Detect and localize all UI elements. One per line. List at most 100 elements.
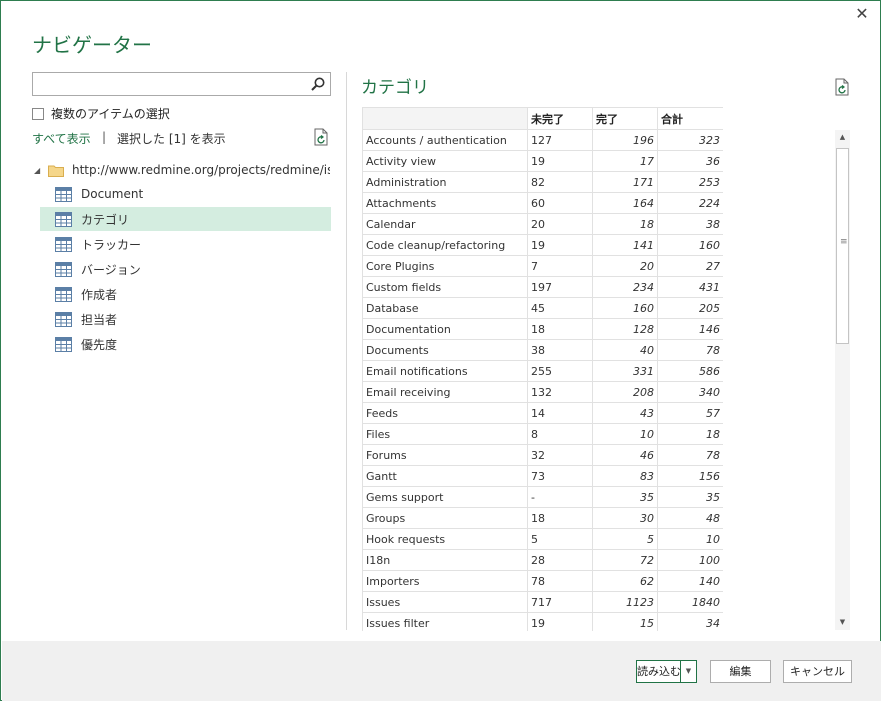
table-row: Activity view 19 17 36: [362, 150, 723, 172]
table-cell: 78: [657, 444, 723, 466]
edit-button[interactable]: 編集: [710, 660, 771, 683]
tree-item[interactable]: 優先度: [40, 332, 331, 356]
table-cell: Hook requests: [362, 528, 528, 550]
close-icon[interactable]: ✕: [854, 6, 870, 22]
table-icon: [55, 261, 72, 277]
table-cell: 234: [592, 276, 658, 298]
table-cell: 73: [527, 465, 593, 487]
table-cell: Attachments: [362, 192, 528, 214]
tree-item[interactable]: カテゴリ: [40, 207, 331, 231]
table-icon: [55, 186, 72, 202]
table-cell: 46: [592, 444, 658, 466]
table-cell: 62: [592, 570, 658, 592]
table-cell: Importers: [362, 570, 528, 592]
scrollbar-thumb[interactable]: ≡: [836, 148, 849, 344]
table-cell: Custom fields: [362, 276, 528, 298]
tree-item[interactable]: 作成者: [40, 282, 331, 306]
tree-item-label: Document: [81, 187, 144, 201]
tree-item-label: トラッカー: [81, 237, 142, 252]
table-row: Email receiving 132 208 340: [362, 381, 723, 403]
table-cell: I18n: [362, 549, 528, 571]
scroll-up-icon[interactable]: ▲: [835, 130, 850, 145]
table-cell: 128: [592, 318, 658, 340]
refresh-document-icon[interactable]: [313, 128, 329, 146]
multi-select-option[interactable]: 複数のアイテムの選択: [32, 105, 170, 122]
tree-item[interactable]: トラッカー: [40, 232, 331, 256]
table-cell: 5: [527, 528, 593, 550]
filter-separator: |: [102, 130, 107, 144]
table-cell: Groups: [362, 507, 528, 529]
navigator-dialog: ✕ ナビゲーター 複数のアイテムの選択 すべて表示 | 選択した [1] を表示…: [0, 0, 881, 701]
search-icon[interactable]: [310, 76, 326, 92]
table-cell: 38: [657, 213, 723, 235]
table-row: I18n 28 72 100: [362, 549, 723, 571]
table-cell: Files: [362, 423, 528, 445]
column-header: 完了: [592, 107, 658, 130]
tree-item[interactable]: Document: [40, 182, 331, 206]
table-cell: 197: [527, 276, 593, 298]
tree-item-label: 作成者: [81, 287, 118, 302]
table-cell: Code cleanup/refactoring: [362, 234, 528, 256]
table-icon: [55, 336, 72, 352]
table-row: Hook requests 5 5 10: [362, 528, 723, 550]
refresh-document-icon[interactable]: [834, 78, 850, 96]
table-cell: -: [527, 486, 593, 508]
table-icon: [55, 211, 72, 227]
multi-select-checkbox[interactable]: [32, 107, 44, 120]
tree-item-label: 優先度: [81, 337, 118, 352]
table-cell: 45: [527, 297, 593, 319]
table-cell: 224: [657, 192, 723, 214]
table-icon: [55, 236, 72, 252]
pane-divider: [346, 72, 347, 630]
load-split-button[interactable]: 読み込む ▼: [636, 660, 697, 683]
search-input[interactable]: [32, 72, 331, 96]
table-cell: 35: [592, 486, 658, 508]
table-cell: Database: [362, 297, 528, 319]
tree-root-node[interactable]: ◢ http://www.redmine.org/projects/redmin…: [34, 159, 334, 181]
cancel-button[interactable]: キャンセル: [783, 660, 852, 683]
table-cell: 27: [657, 255, 723, 277]
footer-bar: 読み込む ▼ 編集 キャンセル: [2, 641, 881, 701]
table-cell: Activity view: [362, 150, 528, 172]
table-row: Importers 78 62 140: [362, 570, 723, 592]
table-cell: 160: [657, 234, 723, 256]
preview-title: カテゴリ: [361, 78, 429, 98]
vertical-scrollbar[interactable]: ▲ ≡ ▼: [835, 130, 850, 630]
table-row: Attachments 60 164 224: [362, 192, 723, 214]
show-all-link[interactable]: すべて表示: [32, 130, 91, 147]
table-cell: 164: [592, 192, 658, 214]
table-cell: 20: [527, 213, 593, 235]
table-cell: 36: [657, 150, 723, 172]
tree-item[interactable]: バージョン: [40, 257, 331, 281]
table-cell: 1840: [657, 591, 723, 613]
table-cell: 255: [527, 360, 593, 382]
table-cell: 40: [592, 339, 658, 361]
column-header: [362, 107, 528, 130]
collapse-arrow-icon[interactable]: ◢: [34, 166, 42, 175]
column-header: 未完了: [527, 107, 593, 130]
table-cell: 28: [527, 549, 593, 571]
table-cell: 48: [657, 507, 723, 529]
table-cell: 32: [527, 444, 593, 466]
table-cell: 14: [527, 402, 593, 424]
table-row: Database 45 160 205: [362, 297, 723, 319]
dialog-title: ナビゲーター: [32, 33, 152, 57]
table-row: Groups 18 30 48: [362, 507, 723, 529]
table-cell: 127: [527, 129, 593, 151]
table-cell: 43: [592, 402, 658, 424]
table-cell: Documents: [362, 339, 528, 361]
table-row: Custom fields 197 234 431: [362, 276, 723, 298]
table-cell: 19: [527, 150, 593, 172]
scroll-down-icon[interactable]: ▼: [835, 615, 850, 630]
load-button[interactable]: 読み込む: [637, 661, 681, 682]
table-cell: 156: [657, 465, 723, 487]
show-selected-link[interactable]: 選択した [1] を表示: [117, 130, 226, 147]
table-cell: 78: [657, 339, 723, 361]
table-row: Forums 32 46 78: [362, 444, 723, 466]
table-cell: Issues: [362, 591, 528, 613]
table-cell: Core Plugins: [362, 255, 528, 277]
table-cell: 331: [592, 360, 658, 382]
chevron-down-icon[interactable]: ▼: [680, 661, 696, 682]
table-cell: 196: [592, 129, 658, 151]
tree-item[interactable]: 担当者: [40, 307, 331, 331]
